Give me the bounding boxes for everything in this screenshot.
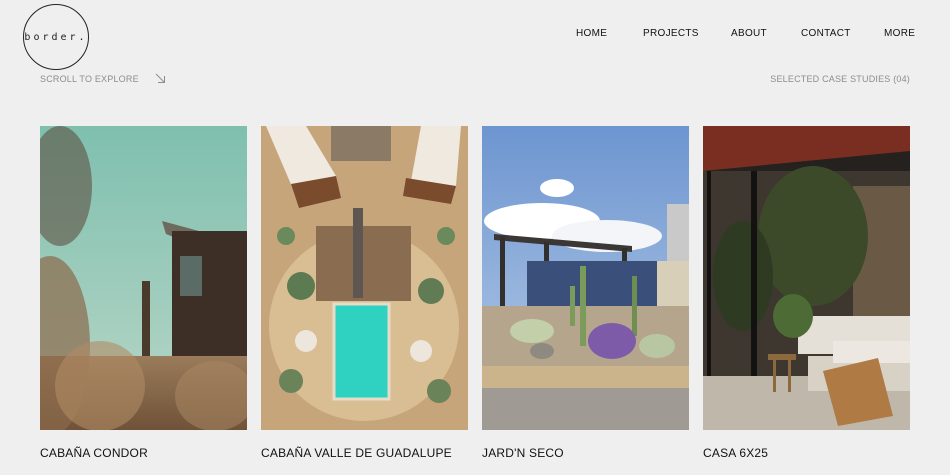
project-title[interactable]: CABAÑA VALLE DE GUADALUPE [261,446,452,460]
project-title[interactable]: CABAÑA CONDOR [40,446,148,460]
main-nav: HOME PROJECTS ABOUT CONTACT MORE [0,28,950,42]
project-title[interactable]: CASA 6X25 [703,446,768,460]
project-image-jardin-seco[interactable] [482,126,689,430]
nav-about[interactable]: ABOUT [731,28,767,39]
project-card-jardin-seco[interactable]: JARD'N SECO [482,126,689,460]
project-image-casa-6x25[interactable] [703,126,910,430]
project-image-cabana-valle-de-guadalupe[interactable] [261,126,468,430]
project-title[interactable]: JARD'N SECO [482,446,564,460]
project-card-casa-6x25[interactable]: CASA 6X25 [703,126,910,460]
arrow-down-right-icon [155,73,165,83]
nav-projects[interactable]: PROJECTS [643,28,699,39]
project-card-cabana-valle-de-guadalupe[interactable]: CABAÑA VALLE DE GUADALUPE [261,126,468,460]
project-image-cabana-condor[interactable] [40,126,247,430]
scroll-hint: SCROLL TO EXPLORE [40,74,139,84]
nav-more[interactable]: MORE [884,28,915,39]
nav-contact[interactable]: CONTACT [801,28,851,39]
case-study-count: SELECTED CASE STUDIES (04) [770,74,910,84]
nav-home[interactable]: HOME [576,28,607,39]
project-card-cabana-condor[interactable]: CABAÑA CONDOR [40,126,247,460]
